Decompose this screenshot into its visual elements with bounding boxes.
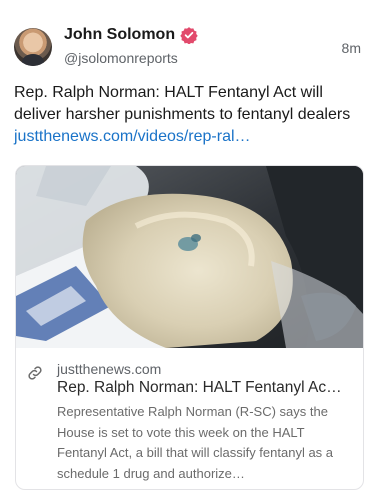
link-preview-card[interactable]: justthenews.com Rep. Ralph Norman: HALT … — [15, 165, 364, 490]
link-preview-title[interactable]: Rep. Ralph Norman: HALT Fentanyl Ac… — [57, 379, 357, 397]
author-name[interactable]: John Solomon — [64, 26, 175, 44]
post-header: John Solomon @jsolomonreports 8m — [14, 24, 365, 70]
link-preview-meta: justthenews.com Rep. Ralph Norman: HALT … — [16, 352, 363, 489]
author-name-row: John Solomon — [64, 26, 198, 44]
post-text-content: Rep. Ralph Norman: HALT Fentanyl Act wil… — [14, 84, 351, 123]
author-handle[interactable]: @jsolomonreports — [64, 50, 178, 66]
verified-badge-icon — [180, 27, 198, 44]
link-chain-icon — [28, 366, 42, 380]
post-text: Rep. Ralph Norman: HALT Fentanyl Act wil… — [14, 82, 364, 148]
link-preview-image — [16, 166, 363, 348]
link-preview-domain: justthenews.com — [57, 361, 162, 377]
post: John Solomon @jsolomonreports 8m Rep. Ra… — [0, 0, 377, 500]
post-timestamp[interactable]: 8m — [342, 40, 361, 56]
link-preview-description: Representative Ralph Norman (R-SC) says … — [57, 404, 334, 481]
post-link[interactable]: justthenews.com/videos/rep-ral… — [14, 128, 251, 145]
author-avatar[interactable] — [14, 28, 52, 66]
